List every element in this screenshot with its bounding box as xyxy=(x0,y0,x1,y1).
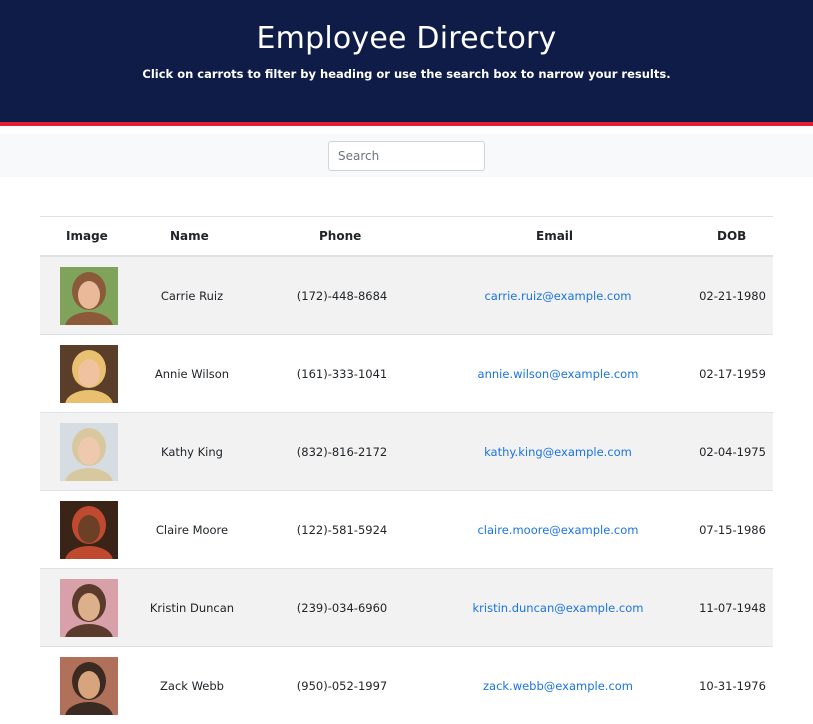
cell-name: Kristin Duncan xyxy=(124,569,260,647)
cell-email: claire.moore@example.com xyxy=(424,491,692,569)
cell-email: kristin.duncan@example.com xyxy=(424,569,692,647)
cell-dob: 10-31-1976 xyxy=(692,647,773,724)
cell-name: Kathy King xyxy=(124,413,260,491)
column-header-dob[interactable]: DOB xyxy=(692,217,773,257)
cell-image xyxy=(40,256,124,335)
cell-phone: (161)-333-1041 xyxy=(260,335,424,413)
cell-email: kathy.king@example.com xyxy=(424,413,692,491)
cell-phone: (239)-034-6960 xyxy=(260,569,424,647)
email-link[interactable]: zack.webb@example.com xyxy=(483,679,633,693)
accent-divider xyxy=(0,122,813,126)
column-header-image[interactable]: Image xyxy=(40,217,124,257)
cell-image xyxy=(40,647,124,724)
search-bar xyxy=(0,134,813,177)
table-body: Carrie Ruiz(172)-448-8684 carrie.ruiz@exa… xyxy=(40,256,773,724)
cell-phone: (172)-448-8684 xyxy=(260,256,424,335)
avatar xyxy=(60,657,118,715)
cell-name: Zack Webb xyxy=(124,647,260,724)
table-header: Image Name Phone Email DOB xyxy=(40,217,773,257)
cell-image xyxy=(40,413,124,491)
cell-dob: 07-15-1986 xyxy=(692,491,773,569)
cell-dob: 11-07-1948 xyxy=(692,569,773,647)
column-header-email[interactable]: Email xyxy=(424,217,692,257)
cell-email: carrie.ruiz@example.com xyxy=(424,256,692,335)
avatar xyxy=(60,345,118,403)
page-title: Employee Directory xyxy=(0,19,813,59)
table-row: Carrie Ruiz(172)-448-8684 carrie.ruiz@exa… xyxy=(40,256,773,335)
cell-phone: (950)-052-1997 xyxy=(260,647,424,724)
column-header-phone[interactable]: Phone xyxy=(260,217,424,257)
cell-phone: (832)-816-2172 xyxy=(260,413,424,491)
avatar xyxy=(60,267,118,325)
avatar xyxy=(60,423,118,481)
email-link[interactable]: kathy.king@example.com xyxy=(484,445,632,459)
page-subtitle: Click on carrots to filter by heading or… xyxy=(0,66,813,82)
email-link[interactable]: kristin.duncan@example.com xyxy=(473,601,644,615)
avatar xyxy=(60,579,118,637)
table-row: Zack Webb(950)-052-1997 zack.webb@example… xyxy=(40,647,773,724)
table-row: Kristin Duncan(239)-034-6960 kristin.dunc… xyxy=(40,569,773,647)
column-header-name[interactable]: Name xyxy=(124,217,260,257)
email-link[interactable]: carrie.ruiz@example.com xyxy=(484,289,631,303)
employee-table: Image Name Phone Email DOB Carrie Ruiz(1… xyxy=(40,216,773,724)
avatar xyxy=(60,501,118,559)
search-input[interactable] xyxy=(328,141,485,171)
cell-dob: 02-17-1959 xyxy=(692,335,773,413)
cell-dob: 02-21-1980 xyxy=(692,256,773,335)
page-header: Employee Directory Click on carrots to f… xyxy=(0,0,813,122)
cell-phone: (122)-581-5924 xyxy=(260,491,424,569)
cell-name: Carrie Ruiz xyxy=(124,256,260,335)
table-row: Kathy King(832)-816-2172 kathy.king@examp… xyxy=(40,413,773,491)
cell-image xyxy=(40,491,124,569)
cell-dob: 02-04-1975 xyxy=(692,413,773,491)
table-row: Annie Wilson(161)-333-1041 annie.wilson@e… xyxy=(40,335,773,413)
cell-image xyxy=(40,569,124,647)
cell-name: Claire Moore xyxy=(124,491,260,569)
email-link[interactable]: claire.moore@example.com xyxy=(477,523,638,537)
cell-name: Annie Wilson xyxy=(124,335,260,413)
table-row: Claire Moore(122)-581-5924 claire.moore@e… xyxy=(40,491,773,569)
employee-table-container: Image Name Phone Email DOB Carrie Ruiz(1… xyxy=(40,216,773,724)
cell-email: zack.webb@example.com xyxy=(424,647,692,724)
email-link[interactable]: annie.wilson@example.com xyxy=(478,367,639,381)
cell-email: annie.wilson@example.com xyxy=(424,335,692,413)
cell-image xyxy=(40,335,124,413)
